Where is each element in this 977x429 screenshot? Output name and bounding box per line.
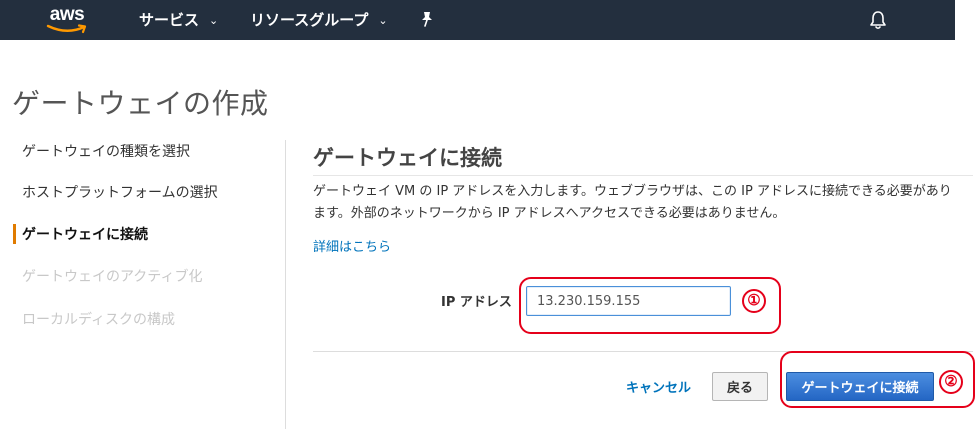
aws-logo[interactable]: aws bbox=[44, 4, 90, 36]
back-button[interactable]: 戻る bbox=[712, 372, 768, 401]
step-activate-gateway: ゲートウェイのアクティブ化 bbox=[22, 269, 203, 285]
pin-icon[interactable] bbox=[420, 11, 434, 27]
chevron-down-icon: ⌄ bbox=[209, 14, 219, 27]
section-description: ゲートウェイ VM の IP アドレスを入力します。ウェブブラウザは、この IP… bbox=[313, 184, 952, 221]
aws-smile-icon bbox=[46, 24, 87, 34]
annotation-marker-1: ① bbox=[742, 289, 766, 313]
learn-more-link[interactable]: 詳細はこちら bbox=[313, 236, 391, 255]
nav-services-menu[interactable]: サービス ⌄ bbox=[139, 10, 218, 30]
top-navigation-bar: aws サービス ⌄ リソースグループ ⌄ bbox=[0, 0, 955, 40]
section-title: ゲートウェイに接続 bbox=[313, 146, 502, 170]
bell-icon[interactable] bbox=[869, 10, 887, 30]
ip-address-input[interactable] bbox=[526, 286, 731, 316]
nav-services-label: サービス bbox=[139, 11, 200, 29]
form-divider bbox=[313, 351, 973, 352]
chevron-down-icon: ⌄ bbox=[378, 14, 388, 27]
page-title: ゲートウェイの作成 bbox=[12, 87, 269, 120]
vertical-divider bbox=[285, 140, 286, 429]
step-select-host-platform[interactable]: ホストプラットフォームの選択 bbox=[22, 183, 218, 203]
connect-gateway-button[interactable]: ゲートウェイに接続 bbox=[786, 372, 934, 401]
cancel-button[interactable]: キャンセル bbox=[626, 377, 691, 396]
nav-resource-groups-label: リソースグループ bbox=[250, 11, 369, 29]
step-connect-gateway: ゲートウェイに接続 bbox=[22, 227, 148, 243]
nav-resource-groups-menu[interactable]: リソースグループ ⌄ bbox=[250, 10, 388, 30]
step-select-gateway-type[interactable]: ゲートウェイの種類を選択 bbox=[22, 142, 190, 162]
current-step-marker bbox=[13, 224, 16, 244]
annotation-marker-2: ② bbox=[939, 370, 963, 394]
ip-address-label: IP アドレス bbox=[441, 295, 512, 310]
aws-logo-text: aws bbox=[49, 4, 85, 25]
section-divider bbox=[313, 175, 973, 176]
step-configure-local-disks: ローカルディスクの構成 bbox=[22, 312, 176, 328]
